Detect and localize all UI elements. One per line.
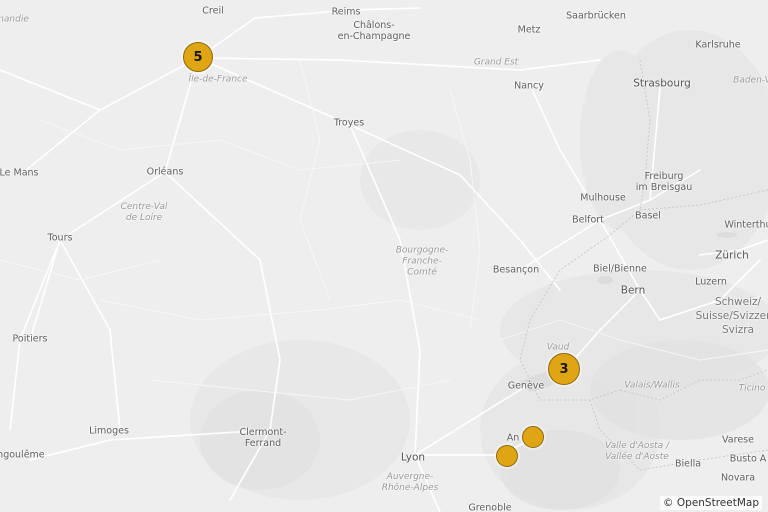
map-label-city: Troyes: [333, 117, 365, 129]
location-marker[interactable]: [496, 445, 518, 467]
map-label-city: Busto A: [729, 453, 767, 465]
map-label-city: Mulhouse: [580, 192, 626, 204]
map-canvas[interactable]: Creil Reims Châlons-en-Champagne Metz Saarbr…: [0, 0, 768, 512]
map-label-city: Grenoble: [468, 502, 512, 512]
map-label-bigcity: Strasbourg: [633, 77, 691, 90]
map-label-city: Le Mans: [0, 167, 39, 179]
map-label-city: Varese: [722, 434, 754, 446]
map-label-region: Bourgogne- Franche- Comté: [395, 245, 449, 278]
map-label-city: Biella: [674, 458, 702, 470]
map-label-city: Saarbrücken: [566, 10, 626, 22]
map-label-city: Freiburg im Breisgau: [635, 171, 693, 193]
map-label-city: Orléans: [146, 166, 184, 178]
map-label-region: Centre-Val de Loire: [120, 202, 168, 223]
attribution-text[interactable]: © OpenStreetMap: [660, 496, 762, 510]
map-label-city: angoulême: [0, 449, 45, 461]
map-label-city: Metz: [517, 24, 541, 36]
map-label-city: Belfort: [572, 214, 604, 226]
map-label-city: Tours: [47, 232, 73, 244]
map-label-city: Nancy: [514, 80, 544, 92]
map-label-region: mandie: [0, 14, 29, 25]
map-label-city: Poitiers: [12, 333, 48, 345]
map-label-city: Basel: [635, 210, 661, 222]
map-label-region: Auvergne- Rhône-Alpes: [381, 472, 439, 493]
map-label-city: Genève: [507, 380, 545, 392]
map-label-region: Vaud: [546, 342, 570, 353]
map-label-region: Île-de-France: [188, 74, 248, 85]
map-label-region: Baden-V: [733, 75, 768, 86]
map-label-region: Valle d'Aosta / Vallée d'Aoste: [605, 441, 669, 462]
map-label-city: Châlons-en-Champagne: [337, 20, 411, 42]
map-label-city: Novara: [720, 472, 756, 484]
map-label-city: Winterthu: [724, 219, 768, 231]
map-label-region: Ticino: [738, 383, 766, 394]
map-label-city: Biel/Bienne: [593, 263, 647, 275]
map-label-city: Besançon: [492, 264, 540, 276]
location-marker[interactable]: [522, 426, 544, 448]
map-label-city: Limoges: [89, 425, 129, 437]
map-label-country: Schweiz/Suisse/Svizzera/Svizra: [695, 296, 768, 336]
map-label-city: Karlsruhe: [695, 39, 741, 51]
map-label-city: Reims: [331, 6, 361, 18]
map-label-bigcity: Lyon: [400, 451, 426, 464]
map-label-city: Creil: [202, 5, 224, 17]
cluster-marker[interactable]: 3: [548, 353, 580, 385]
map-label-bigcity: Zürich: [715, 249, 749, 262]
cluster-marker[interactable]: 5: [183, 42, 213, 72]
map-label-bigcity: Bern: [620, 284, 646, 297]
map-label-city: Clermont- Ferrand: [239, 427, 287, 449]
map-label-region: Grand Est: [473, 57, 519, 68]
map-label-city: Luzern: [695, 276, 727, 288]
map-label-city: An: [506, 432, 520, 444]
map-label-region: Valais/Wallis: [624, 380, 680, 391]
